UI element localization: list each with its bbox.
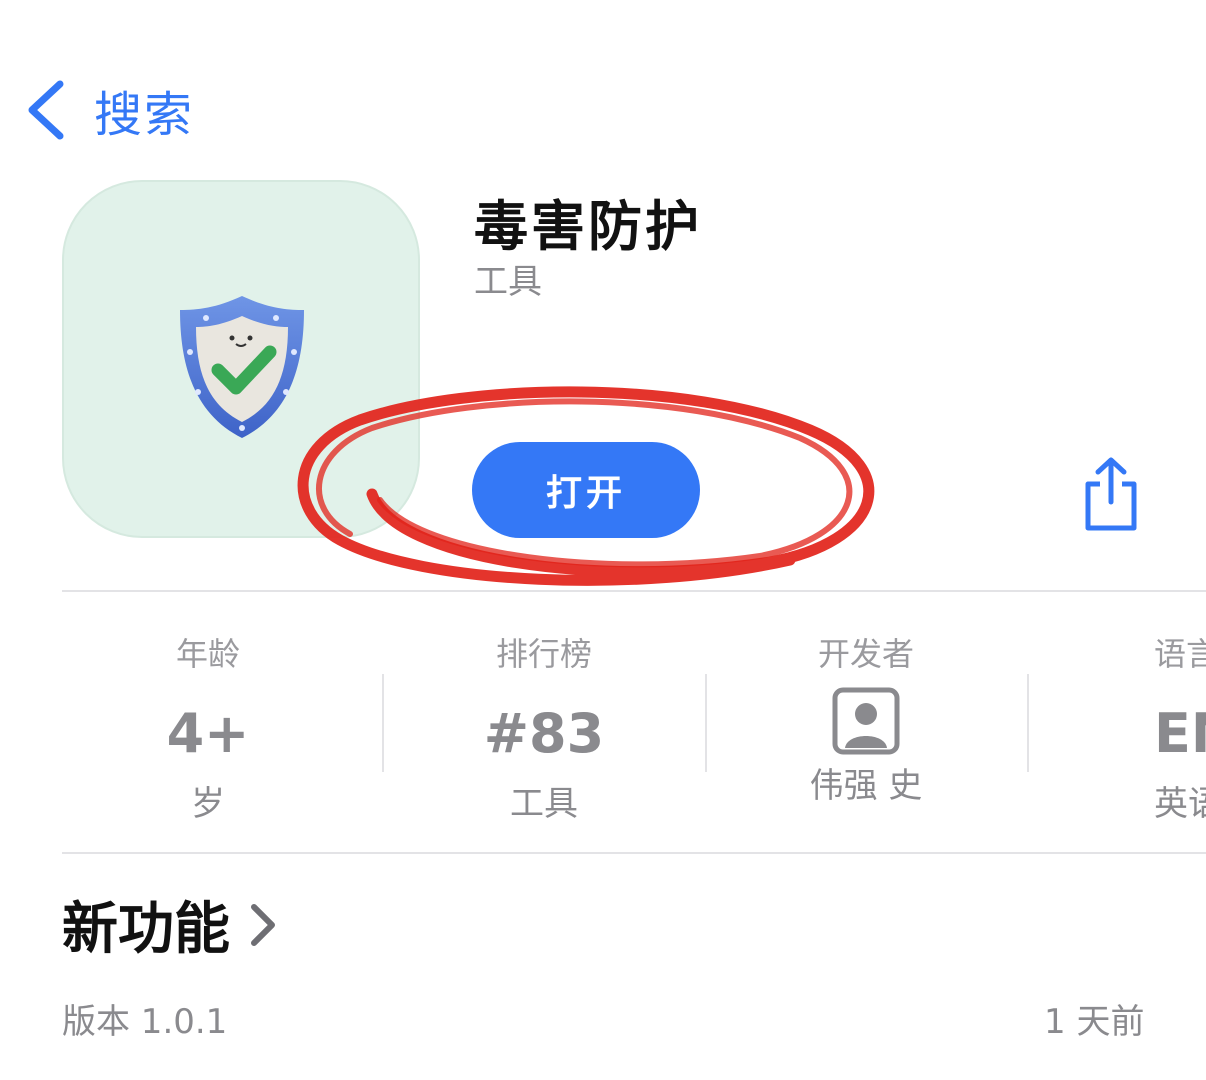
stat-language-value: EN <box>1154 702 1206 765</box>
app-category: 工具 <box>474 262 542 302</box>
stat-chart[interactable]: 排行榜 #83 工具 <box>394 632 694 826</box>
stat-age-value: 4+ <box>166 702 250 765</box>
back-label: 搜索 <box>94 87 195 143</box>
stat-chart-value: #83 <box>483 702 605 765</box>
person-icon <box>832 687 900 755</box>
updated-time: 1 天前 <box>1044 1002 1145 1042</box>
stat-separator <box>705 674 707 772</box>
stat-separator <box>1027 674 1029 772</box>
shield-check-icon <box>180 296 304 438</box>
open-button[interactable]: 打开 <box>472 442 700 538</box>
stat-developer-sub: 伟强 史 <box>809 766 923 806</box>
divider-top <box>62 590 1206 592</box>
chevron-right-icon <box>251 903 275 946</box>
stat-chart-sub: 工具 <box>510 784 578 824</box>
back-button[interactable]: 搜索 <box>24 78 195 143</box>
app-title: 毒害防护 <box>474 195 702 258</box>
share-icon[interactable] <box>1078 456 1144 532</box>
stat-language-sub: 英语 <box>1154 784 1206 824</box>
chevron-left-icon <box>28 80 64 140</box>
stat-age-sub: 岁 <box>191 784 225 824</box>
divider-bottom <box>62 852 1206 854</box>
whats-new-header[interactable]: 新功能 <box>62 884 278 965</box>
stat-chart-label: 排行榜 <box>495 635 592 673</box>
stat-age: 年龄 4+ 岁 <box>58 632 358 826</box>
stat-separator <box>382 674 384 772</box>
stat-language-label: 语言 <box>1154 635 1206 673</box>
stat-language: 语言 EN 英语 <box>1154 632 1206 826</box>
stat-age-label: 年龄 <box>175 635 240 673</box>
stat-developer-label: 开发者 <box>817 635 914 673</box>
stat-developer[interactable]: 开发者 伟强 史 <box>716 632 1016 808</box>
app-icon <box>62 180 420 538</box>
version-label: 版本 1.0.1 <box>62 1002 228 1042</box>
whats-new-title: 新功能 <box>62 897 230 962</box>
